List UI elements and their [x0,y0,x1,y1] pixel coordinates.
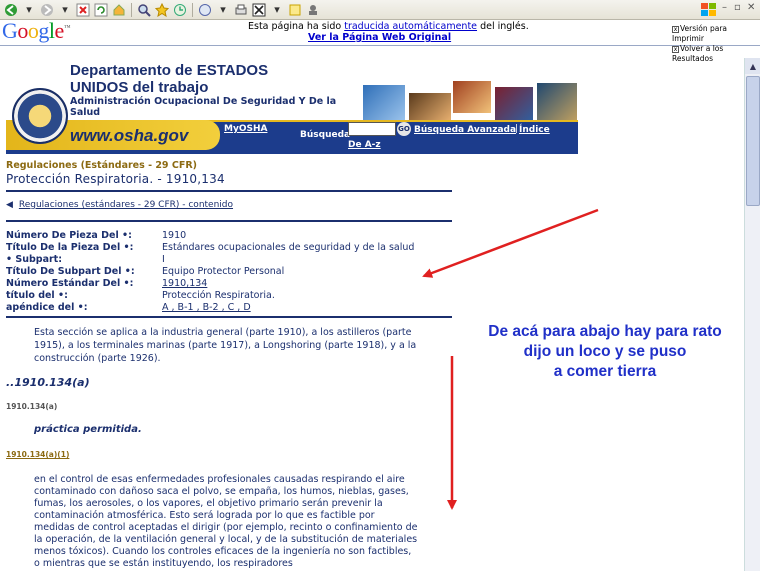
standard-metadata: Número De Pieza Del •: 1910 Título De la … [6,230,414,314]
toolbar-separator [131,2,132,17]
view-original-link[interactable]: Ver la Página Web Original [308,32,568,43]
print-icon[interactable] [233,2,249,18]
discuss-icon[interactable] [305,2,321,18]
windows-logo-icon [698,0,720,20]
meta-row: título del •: Protección Respiratoria. [6,290,275,301]
back-arrow-icon[interactable]: ◀ [6,200,16,210]
dol-seal-icon [12,88,68,144]
photo-lab [536,82,578,122]
browser-toolbar: ▾ ▾ ▾ ▾ [0,0,760,20]
notice-prefix: Esta página ha sido [248,21,342,32]
stop-icon[interactable] [75,2,91,18]
photo-workers [494,86,534,122]
site-name: www.osha.gov [70,126,189,145]
contents-link[interactable]: Regulaciones (estándares - 29 CFR) - con… [19,200,233,210]
notice-suffix: del inglés. [480,21,529,32]
chevron-down-icon[interactable]: ▾ [57,2,73,18]
index-link[interactable]: Índice [519,125,550,135]
print-version-option[interactable]: x Versión para Imprimir [672,24,760,44]
photo-worker-helmet [452,80,492,114]
toolbar-separator [192,2,193,17]
meta-row: Título De la Pieza Del •: Estándares ocup… [6,242,415,253]
search-label: Búsqueda [300,130,351,140]
divider [6,190,452,192]
go-button[interactable]: GO [397,122,411,136]
department-title: Departamento de ESTADOS UNIDOS del traba… [70,62,269,96]
appendix-links[interactable]: A , B-1 , B-2 , C , D [162,302,251,314]
scope-paragraph: Esta sección se aplica a la industria ge… [34,327,417,364]
home-icon[interactable] [111,2,127,18]
google-logo[interactable]: Google™ [2,18,71,44]
google-translate-bar: Google™ Esta página ha sido traducida au… [0,18,760,63]
meta-row: apéndice del •: A , B-1 , B-2 , C , D [6,302,251,314]
translated-link[interactable]: traducida automáticamente [344,21,477,32]
body-paragraph: en el control de esas enfermedades profe… [34,474,418,569]
search-icon[interactable] [136,2,152,18]
myosha-link[interactable]: MyOSHA [224,124,267,134]
standard-number-link[interactable]: 1910,134 [162,278,207,290]
paragraph-ref: 1910.134(a) [6,402,58,411]
agency-subtitle: Administración Ocupacional De Seguridad … [70,96,337,118]
photo-worker-mask [362,84,406,122]
favorites-icon[interactable] [154,2,170,18]
breadcrumb: ◀ Regulaciones (estándares - 29 CFR) - c… [6,200,233,210]
refresh-icon[interactable] [93,2,109,18]
meta-row: Número Estándar Del •: 1910,134 [6,278,208,290]
chevron-down-icon[interactable]: ▾ [269,2,285,18]
chevron-down-icon[interactable]: ▾ [21,2,37,18]
meta-row: Número De Pieza Del •: 1910 [6,230,187,241]
handwritten-annotation: De acá para abajo hay para rato dijo un … [488,323,722,380]
vertical-scrollbar[interactable]: ▲ [744,58,760,571]
translation-notice: Esta página ha sido traducida automática… [248,21,568,43]
mail-icon[interactable] [197,2,213,18]
advanced-search-link[interactable]: Búsqueda Avanzada [414,125,516,135]
nav-divider: | [515,124,519,134]
history-icon[interactable] [172,2,188,18]
chevron-down-icon[interactable]: ▾ [215,2,231,18]
edit-icon[interactable] [251,2,267,18]
search-input[interactable] [348,122,396,136]
close-icon: x [672,25,679,33]
header-photos [362,80,578,124]
note-icon[interactable] [287,2,303,18]
minimize-icon[interactable]: – [722,2,727,13]
scrollbar-thumb[interactable] [746,76,760,206]
section-heading: ..1910.134(a) [6,376,90,389]
paragraph-ref-link[interactable]: 1910.134(a)(1) [6,450,69,459]
page-title: Protección Respiratoria. - 1910,134 [6,172,225,186]
osha-header: Departamento de ESTADOS UNIDOS del traba… [6,58,578,158]
a-to-z-link[interactable]: De A-z [348,140,381,150]
divider [6,220,452,222]
close-icon[interactable]: ✕ [747,2,755,13]
restore-icon[interactable]: ▫ [734,2,741,13]
divider [6,316,452,318]
close-icon: x [672,45,679,53]
scroll-up-icon[interactable]: ▲ [745,58,760,74]
meta-row: • Subpart: I [6,254,165,265]
photo-worker-welding [408,92,452,122]
section-label: Regulaciones (Estándares - 29 CFR) [6,160,197,171]
back-icon[interactable] [3,2,19,18]
forward-icon[interactable] [39,2,55,18]
meta-row: Título De Subpart Del •: Equipo Protector… [6,266,285,277]
practice-heading: práctica permitida. [34,424,142,435]
